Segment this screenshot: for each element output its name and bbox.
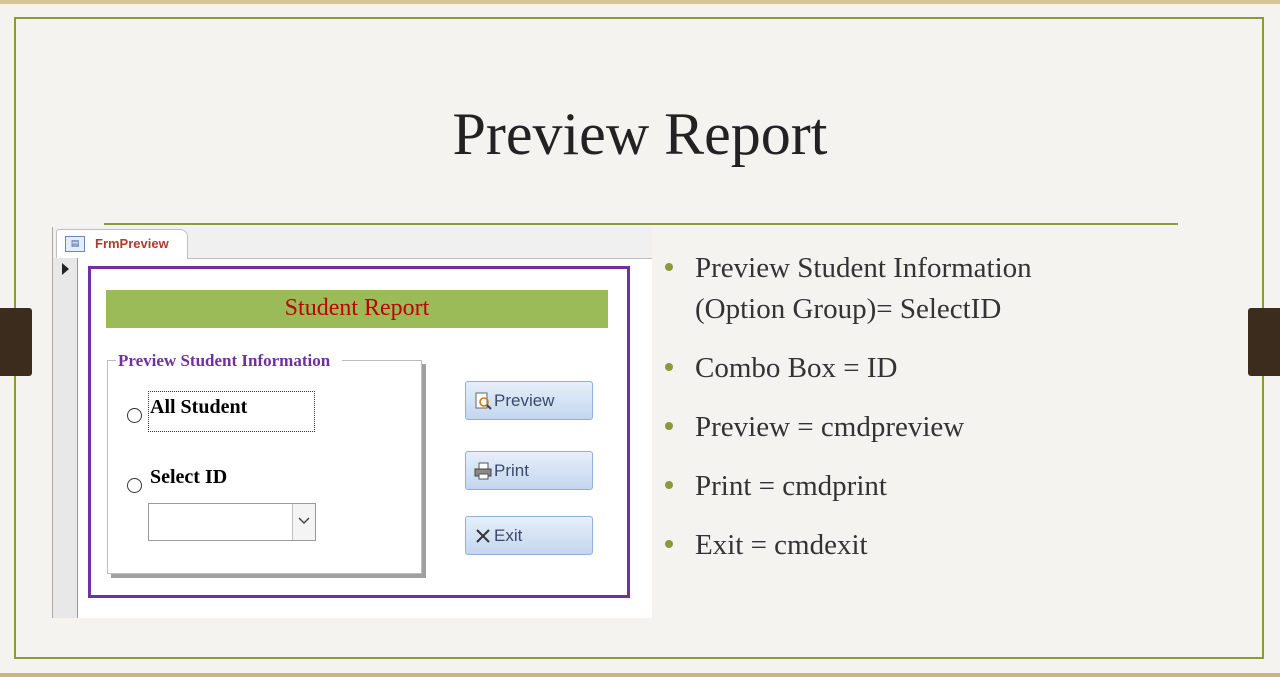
bullet-text: Exit = cmdexit: [695, 529, 868, 561]
bullet-text: Print = cmdprint: [695, 470, 887, 502]
record-selector[interactable]: [53, 258, 78, 618]
tab-label: FrmPreview: [95, 236, 169, 251]
top-stripe: [0, 0, 1280, 4]
report-header: Student Report: [106, 290, 608, 328]
bullet-text: Preview Student Information: [695, 252, 1032, 284]
option-label-all-student[interactable]: All Student: [150, 396, 247, 419]
tab-frmpreview[interactable]: ▤ FrmPreview: [56, 229, 188, 259]
bullet-dot-icon: [665, 540, 673, 548]
preview-button[interactable]: Preview: [465, 381, 593, 420]
printer-icon: [474, 462, 492, 480]
form-detail-area: Student Report Preview Student Informati…: [88, 266, 630, 598]
bullet-item: Combo Box = ID: [662, 348, 1262, 389]
document-tab-strip: ▤ FrmPreview: [53, 227, 652, 259]
radio-all-student[interactable]: [127, 408, 142, 423]
title-rule: [104, 223, 1178, 225]
bottom-stripe: [0, 673, 1280, 677]
bullet-item: Exit = cmdexit: [662, 525, 1262, 566]
print-button[interactable]: Print: [465, 451, 593, 490]
chevron-down-icon: [298, 517, 310, 525]
access-form-window: ▤ FrmPreview Student Report Preview Stud…: [52, 227, 652, 618]
bullet-text: Combo Box = ID: [695, 352, 898, 384]
exit-button[interactable]: Exit: [465, 516, 593, 555]
bullet-item: Preview = cmdpreview: [662, 407, 1262, 448]
option-label-select-id[interactable]: Select ID: [150, 466, 227, 489]
slide-title: Preview Report: [452, 101, 828, 167]
print-preview-icon: [475, 392, 492, 410]
bullet-text: Preview = cmdpreview: [695, 411, 965, 443]
left-side-tab: [0, 308, 32, 376]
print-button-label: Print: [494, 461, 529, 480]
radio-select-id[interactable]: [127, 478, 142, 493]
exit-button-label: Exit: [494, 526, 523, 545]
option-group-selectid[interactable]: Preview Student Information All Student …: [107, 351, 422, 574]
bullet-text: (Option Group)= SelectID: [695, 293, 1002, 325]
form-icon: ▤: [65, 236, 85, 252]
bullet-dot-icon: [665, 363, 673, 371]
bullet-list: Preview Student Information (Option Grou…: [662, 248, 1262, 584]
option-group-legend: Preview Student Information: [116, 351, 343, 371]
bullet-dot-icon: [665, 263, 673, 271]
id-combo-box[interactable]: [148, 503, 316, 541]
combo-dropdown-button[interactable]: [292, 504, 315, 540]
bullet-dot-icon: [665, 481, 673, 489]
record-arrow-icon: [62, 263, 69, 275]
bullet-item: Preview Student Information (Option Grou…: [662, 248, 1262, 330]
bullet-dot-icon: [665, 422, 673, 430]
bullet-item: Print = cmdprint: [662, 466, 1262, 507]
preview-button-label: Preview: [494, 391, 555, 410]
close-icon: [476, 529, 490, 543]
